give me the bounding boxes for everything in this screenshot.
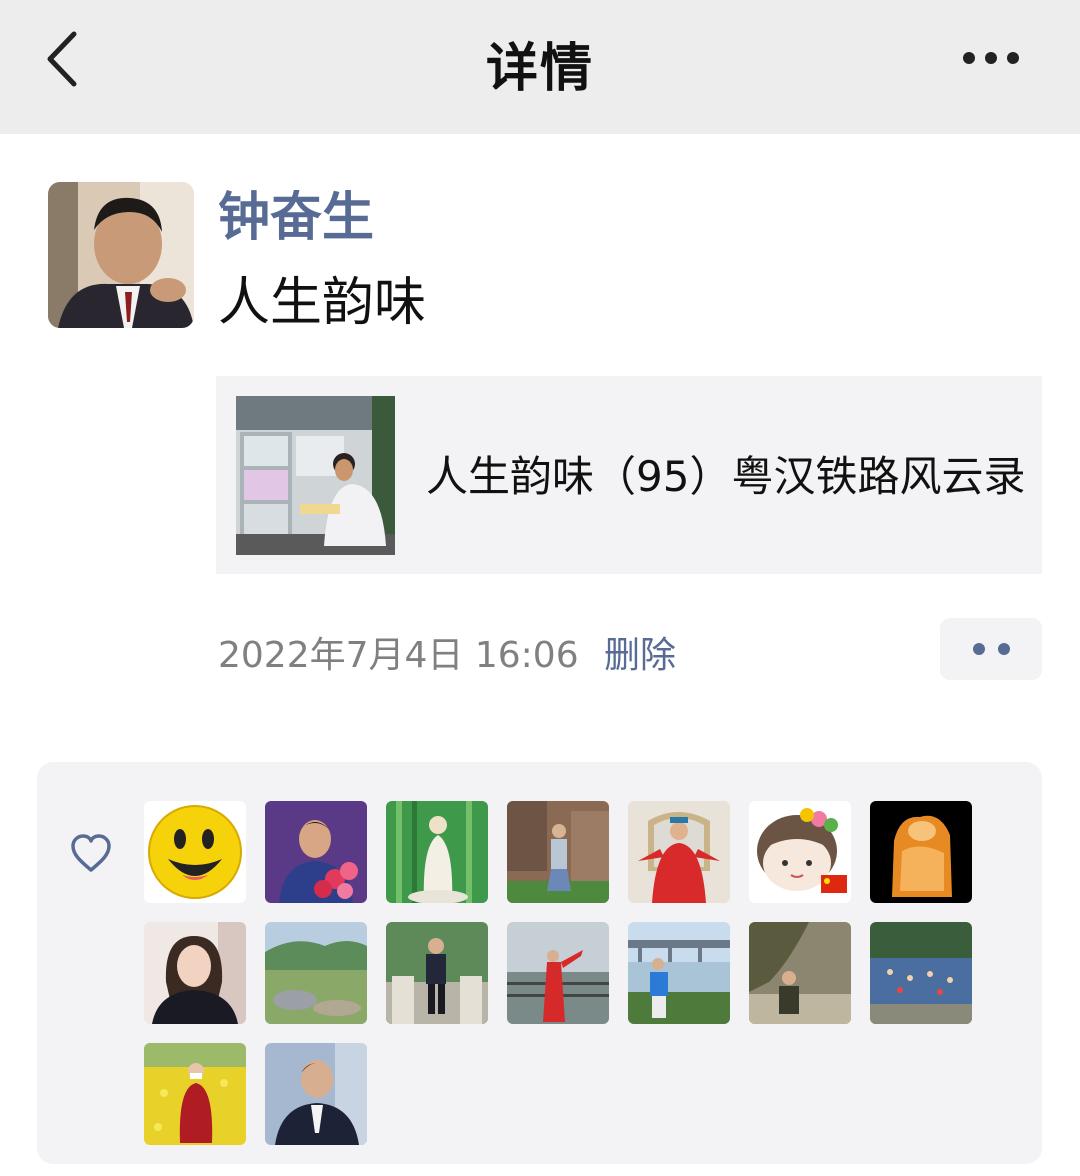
page-title: 详情	[485, 39, 594, 99]
likes-section	[37, 762, 1042, 1164]
post-timestamp: 2022年7月4日 16:06	[218, 635, 579, 676]
heart-outline-icon	[71, 834, 111, 872]
author-name-link[interactable]: 钟奋生	[218, 188, 374, 248]
comment-like-action-button[interactable]	[940, 618, 1042, 680]
liker-avatar-smiley[interactable]	[144, 801, 246, 903]
liker-avatar[interactable]	[749, 801, 851, 903]
liker-avatar[interactable]	[386, 922, 488, 1024]
liker-avatar[interactable]	[144, 922, 246, 1024]
liker-avatar[interactable]	[265, 801, 367, 903]
navigation-bar: 详情	[0, 0, 1080, 134]
liker-avatar[interactable]	[507, 801, 609, 903]
liker-avatar[interactable]	[628, 801, 730, 903]
ellipsis-icon	[963, 52, 1019, 64]
author-avatar[interactable]	[48, 182, 194, 328]
liker-avatar[interactable]	[265, 922, 367, 1024]
liker-avatar[interactable]	[507, 922, 609, 1024]
liker-avatar[interactable]	[749, 922, 851, 1024]
liker-avatar[interactable]	[870, 922, 972, 1024]
shared-link-card[interactable]: 人生韵味（95）粤汉铁路风云录	[216, 376, 1042, 574]
liker-avatar[interactable]	[265, 1043, 367, 1145]
delete-button[interactable]: 删除	[604, 634, 676, 678]
more-options-button[interactable]	[955, 40, 1035, 80]
link-title: 人生韵味（95）粤汉铁路风云录	[426, 452, 1026, 501]
liker-avatar[interactable]	[870, 801, 972, 903]
liker-avatar[interactable]	[386, 801, 488, 903]
liker-avatar[interactable]	[628, 922, 730, 1024]
liker-avatar[interactable]	[144, 1043, 246, 1145]
post-text: 人生韵味	[218, 273, 427, 333]
link-thumbnail	[236, 396, 395, 555]
